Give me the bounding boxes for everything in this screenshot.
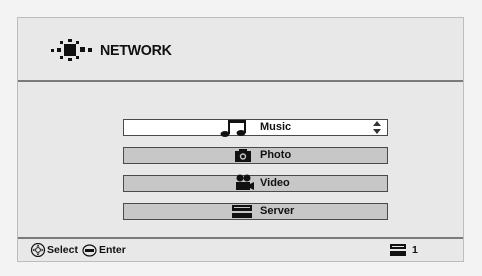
footer-hint-bar: Select Enter 1	[18, 237, 463, 261]
menu-item-photo[interactable]: Photo	[123, 147, 388, 164]
menu-item-video[interactable]: Video	[123, 174, 388, 192]
network-icon	[51, 39, 92, 61]
menu-item-label: Video	[260, 177, 290, 189]
network-screen: NETWORK Music Photo Video Server Select …	[17, 17, 464, 262]
dpad-icon	[30, 243, 46, 257]
camera-icon	[235, 149, 251, 162]
music-note-icon	[220, 120, 246, 137]
menu-item-label: Server	[260, 205, 295, 217]
source-menu: Music Photo Video Server	[18, 80, 463, 230]
menu-item-server[interactable]: Server	[123, 203, 388, 220]
menu-item-label: Music	[260, 121, 292, 133]
header: NETWORK	[18, 18, 463, 82]
up-down-arrows-icon	[373, 121, 381, 134]
menu-item-music[interactable]: Music	[123, 119, 388, 137]
server-count: 1	[412, 244, 418, 256]
page-title: NETWORK	[100, 42, 172, 59]
enter-hint: Enter	[98, 244, 126, 256]
server-icon	[232, 205, 252, 218]
server-icon	[390, 244, 406, 256]
menu-item-label: Photo	[260, 149, 292, 161]
video-camera-icon	[236, 174, 254, 190]
select-hint: Select	[47, 244, 78, 256]
enter-button-icon	[82, 243, 97, 257]
